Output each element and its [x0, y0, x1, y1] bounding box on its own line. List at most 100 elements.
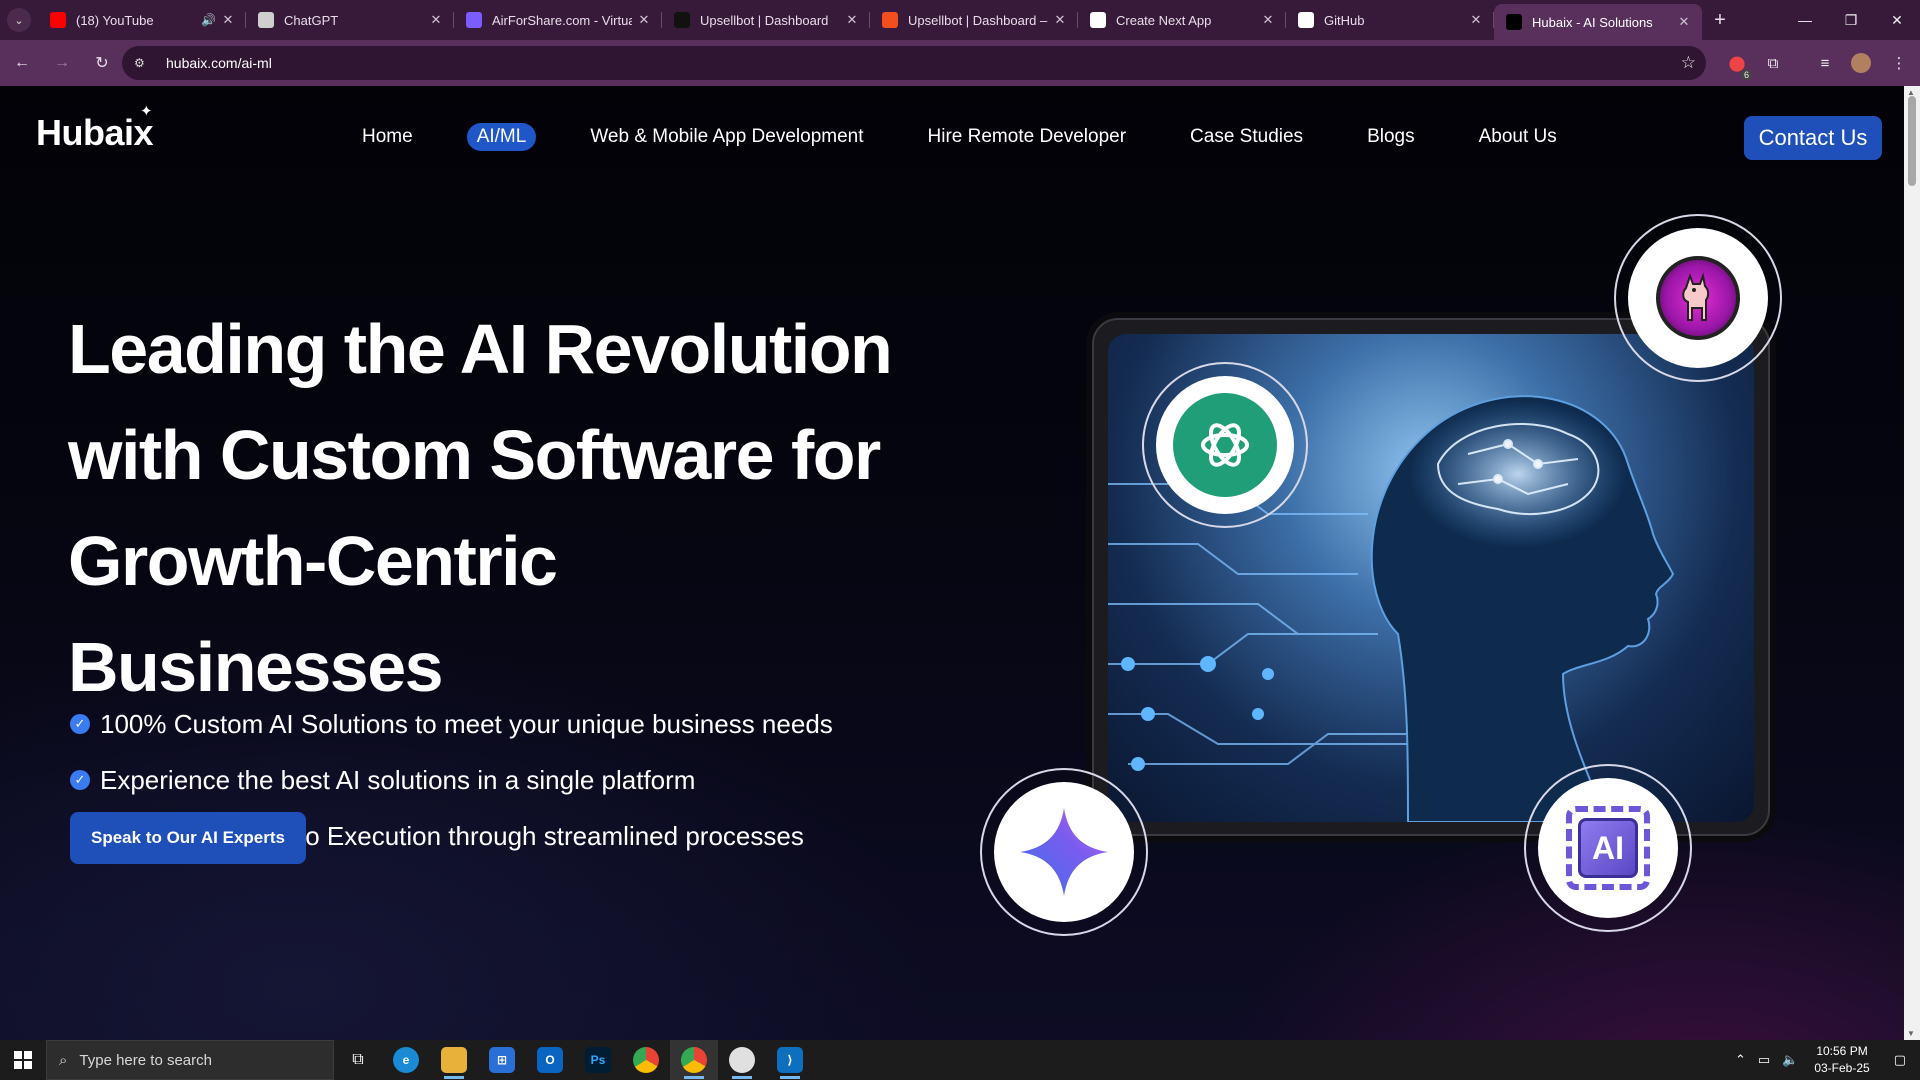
reload-icon[interactable]: ↻ — [84, 45, 120, 81]
windows-taskbar: ⌕ Type here to search ⧉ e ⊞ O Ps ⟩ ⌃ ▭ 🔈… — [0, 1040, 1920, 1080]
system-tray: ⌃ ▭ 🔈 10:56 PM 03-Feb-25 ▢ — [1729, 1040, 1920, 1080]
tab-search-button[interactable]: ⌄ — [0, 0, 38, 40]
feature-item: ✓ 100% Custom AI Solutions to meet your … — [70, 696, 833, 752]
close-tab-icon[interactable]: ✕ — [844, 12, 860, 28]
extensions-puzzle-icon[interactable]: ⧉ — [1758, 48, 1788, 78]
show-hidden-icons-icon[interactable]: ⌃ — [1729, 1052, 1752, 1068]
scrollbar-thumb[interactable] — [1908, 96, 1916, 186]
profile-avatar[interactable] — [1846, 48, 1876, 78]
forward-icon[interactable]: → — [44, 45, 80, 81]
taskbar-search-box[interactable]: ⌕ Type here to search — [46, 1040, 334, 1080]
clock-date: 03-Feb-25 — [1814, 1061, 1870, 1075]
feature-text: 100% Custom AI Solutions to meet your un… — [100, 708, 833, 739]
speak-to-experts-button[interactable]: Speak to Our AI Experts — [70, 812, 306, 864]
outlook-icon[interactable]: O — [526, 1040, 574, 1080]
browser-tab[interactable]: GitHub ✕ — [1286, 0, 1494, 40]
file-explorer-icon[interactable] — [430, 1040, 478, 1080]
notifications-icon[interactable]: ▢ — [1880, 1052, 1920, 1068]
openai-logo-icon — [1173, 393, 1277, 497]
close-tab-icon[interactable]: ✕ — [1052, 12, 1068, 28]
edge-icon[interactable]: e — [382, 1040, 430, 1080]
browser-tab[interactable]: Hubaix - AI Solutions ✕ — [1494, 4, 1702, 40]
tab-title: Upsellbot | Dashboard – F — [908, 12, 1048, 28]
ai-chip-label: AI — [1578, 818, 1638, 878]
hero-title-line: Leading the AI Revolution — [68, 310, 893, 388]
restore-icon[interactable]: ❐ — [1828, 0, 1874, 40]
gemini-sparkle-icon — [1020, 808, 1108, 896]
tab-audio-icon[interactable]: 🔊 — [201, 13, 216, 27]
microsoft-store-icon[interactable]: ⊞ — [478, 1040, 526, 1080]
close-tab-icon[interactable]: ✕ — [1676, 14, 1692, 30]
close-tab-icon[interactable]: ✕ — [220, 12, 236, 28]
close-window-icon[interactable]: ✕ — [1874, 0, 1920, 40]
nav-link[interactable]: Web & Mobile App Development — [580, 123, 873, 151]
extension-shield-icon[interactable]: ⬤ 6 — [1722, 48, 1752, 80]
vercel-icon — [1090, 12, 1106, 28]
photoshop-icon[interactable]: Ps — [574, 1040, 622, 1080]
browser-tab[interactable]: Upsellbot | Dashboard ✕ — [662, 0, 870, 40]
search-placeholder: Type here to search — [79, 1051, 212, 1069]
taskbar-clock[interactable]: 10:56 PM 03-Feb-25 — [1804, 1043, 1879, 1077]
back-icon[interactable]: ← — [4, 45, 40, 81]
chevron-down-icon: ⌄ — [7, 8, 31, 32]
hero-title-line: with Custom Software for — [68, 416, 881, 494]
feature-text: Experience the best AI solutions in a si… — [100, 764, 696, 795]
clock-time: 10:56 PM — [1816, 1044, 1868, 1058]
play-icon — [674, 12, 690, 28]
new-tab-button[interactable]: + — [1702, 9, 1738, 32]
llama-icon — [1656, 256, 1740, 340]
tab-title: (18) YouTube — [76, 12, 154, 28]
github-icon — [1298, 12, 1314, 28]
ai-chip-badge: AI — [1538, 778, 1678, 918]
media-control-icon[interactable]: ≡ — [1810, 48, 1840, 78]
logo-text: Hubaix — [36, 112, 154, 153]
youtube-icon — [50, 12, 66, 28]
network-icon[interactable]: ▭ — [1752, 1052, 1776, 1068]
site-logo[interactable]: Hubaix ✦ — [36, 103, 154, 154]
gemini-badge — [994, 782, 1134, 922]
chrome-icon[interactable] — [622, 1040, 670, 1080]
extension-badge: 6 — [1740, 70, 1752, 80]
nav-link[interactable]: Case Studies — [1180, 123, 1313, 151]
nav-link[interactable]: Blogs — [1357, 123, 1425, 151]
browser-tab-strip: ⌄ (18) YouTube 🔊 ✕ ChatGPT ✕ AirForShare.com … — [0, 0, 1920, 40]
browser-tab[interactable]: Upsellbot | Dashboard – F ✕ — [870, 0, 1078, 40]
close-tab-icon[interactable]: ✕ — [1260, 12, 1276, 28]
close-tab-icon[interactable]: ✕ — [1468, 12, 1484, 28]
minimize-icon[interactable]: — — [1782, 0, 1828, 40]
browser-tab[interactable]: Create Next App ✕ — [1078, 0, 1286, 40]
nav-link[interactable]: Hire Remote Developer — [918, 123, 1137, 151]
browser-menu-icon[interactable]: ⋮ — [1884, 48, 1914, 78]
page-scrollbar[interactable]: ▲ ▼ — [1904, 86, 1920, 1040]
browser-tab[interactable]: ChatGPT ✕ — [246, 0, 454, 40]
chrome-profile-2-icon[interactable] — [718, 1040, 766, 1080]
windows-start-button[interactable] — [0, 1040, 46, 1080]
close-tab-icon[interactable]: ✕ — [636, 12, 652, 28]
check-circle-icon: ✓ — [70, 770, 90, 790]
browser-tab[interactable]: (18) YouTube 🔊 ✕ — [38, 0, 246, 40]
hubaix-icon — [1506, 14, 1522, 30]
tab-title: GitHub — [1324, 12, 1365, 28]
figma-icon — [882, 12, 898, 28]
vscode-icon[interactable]: ⟩ — [766, 1040, 814, 1080]
site-info-icon[interactable]: ⚙ — [134, 56, 156, 70]
nav-link[interactable]: AI/ML — [466, 123, 537, 151]
openai-badge — [1156, 376, 1294, 514]
window-controls: — ❐ ✕ — [1782, 0, 1920, 40]
tab-title: Create Next App — [1116, 12, 1212, 28]
address-bar[interactable]: ⚙ hubaix.com/ai-ml ☆ — [122, 46, 1706, 80]
search-icon: ⌕ — [59, 1051, 68, 1069]
nav-link[interactable]: Home — [352, 123, 423, 151]
chrome-profile-icon[interactable] — [670, 1040, 718, 1080]
tab-title: Hubaix - AI Solutions — [1532, 14, 1653, 30]
close-tab-icon[interactable]: ✕ — [428, 12, 444, 28]
llama-badge — [1628, 228, 1768, 368]
scroll-down-icon[interactable]: ▼ — [1907, 1029, 1915, 1038]
hero-title: Leading the AI Revolution with Custom So… — [68, 296, 948, 720]
browser-tab[interactable]: AirForShare.com - Virtual ✕ — [454, 0, 662, 40]
task-view-icon[interactable]: ⧉ — [334, 1040, 382, 1080]
bookmark-star-icon[interactable]: ☆ — [1681, 53, 1696, 73]
nav-link[interactable]: About Us — [1469, 123, 1567, 151]
volume-icon[interactable]: 🔈 — [1776, 1052, 1804, 1068]
contact-us-button[interactable]: Contact Us — [1744, 116, 1882, 160]
